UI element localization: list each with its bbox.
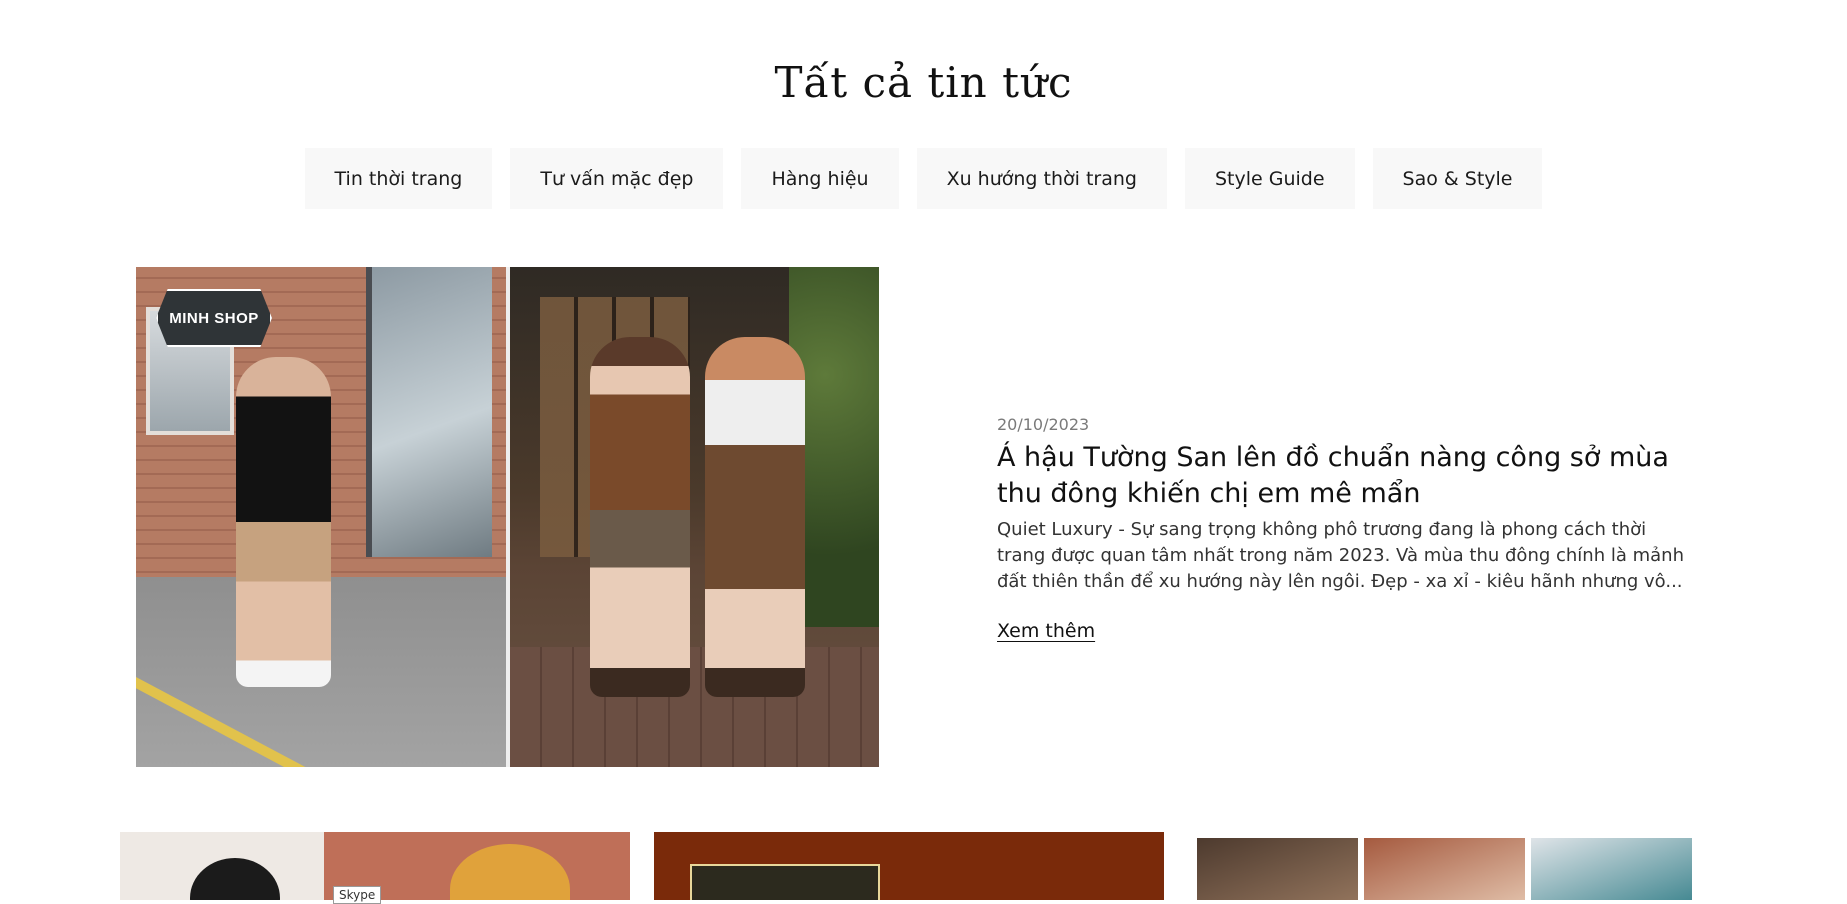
featured-image-right-photo [509,267,879,767]
model-figure [589,337,690,697]
post-date: 20/10/2023 [997,415,1090,434]
model-figure [236,357,331,687]
minh-shop-logo: MINH SHOP [156,289,272,347]
post-excerpt: Quiet Luxury - Sự sang trọng không phô t… [997,519,1684,592]
tab-hang-hieu[interactable]: Hàng hiệu [741,148,899,209]
post-card-thumbnail[interactable] [1197,832,1692,900]
post-title[interactable]: Á hậu Tường San lên đồ chuẩn nàng công s… [997,440,1717,512]
read-more-link[interactable]: Xem thêm [997,620,1095,642]
page-title: Tất cả tin tức [774,58,1073,107]
category-tabs: Tin thời trang Tư vấn mặc đẹp Hàng hiệu … [0,148,1847,209]
tab-tu-van-mac-dep[interactable]: Tư vấn mặc đẹp [510,148,724,209]
tab-tin-thoi-trang[interactable]: Tin thời trang [304,148,493,209]
featured-post-image[interactable]: MINH SHOP [136,267,879,767]
tab-sao-style[interactable]: Sao & Style [1372,148,1543,209]
tab-style-guide[interactable]: Style Guide [1184,148,1355,209]
post-card-thumbnail[interactable] [654,832,1164,900]
skype-tooltip: Skype [333,886,382,904]
model-figure [704,337,805,697]
featured-image-left-photo: MINH SHOP [136,267,506,767]
tab-xu-huong-thoi-trang[interactable]: Xu hướng thời trang [916,148,1167,209]
